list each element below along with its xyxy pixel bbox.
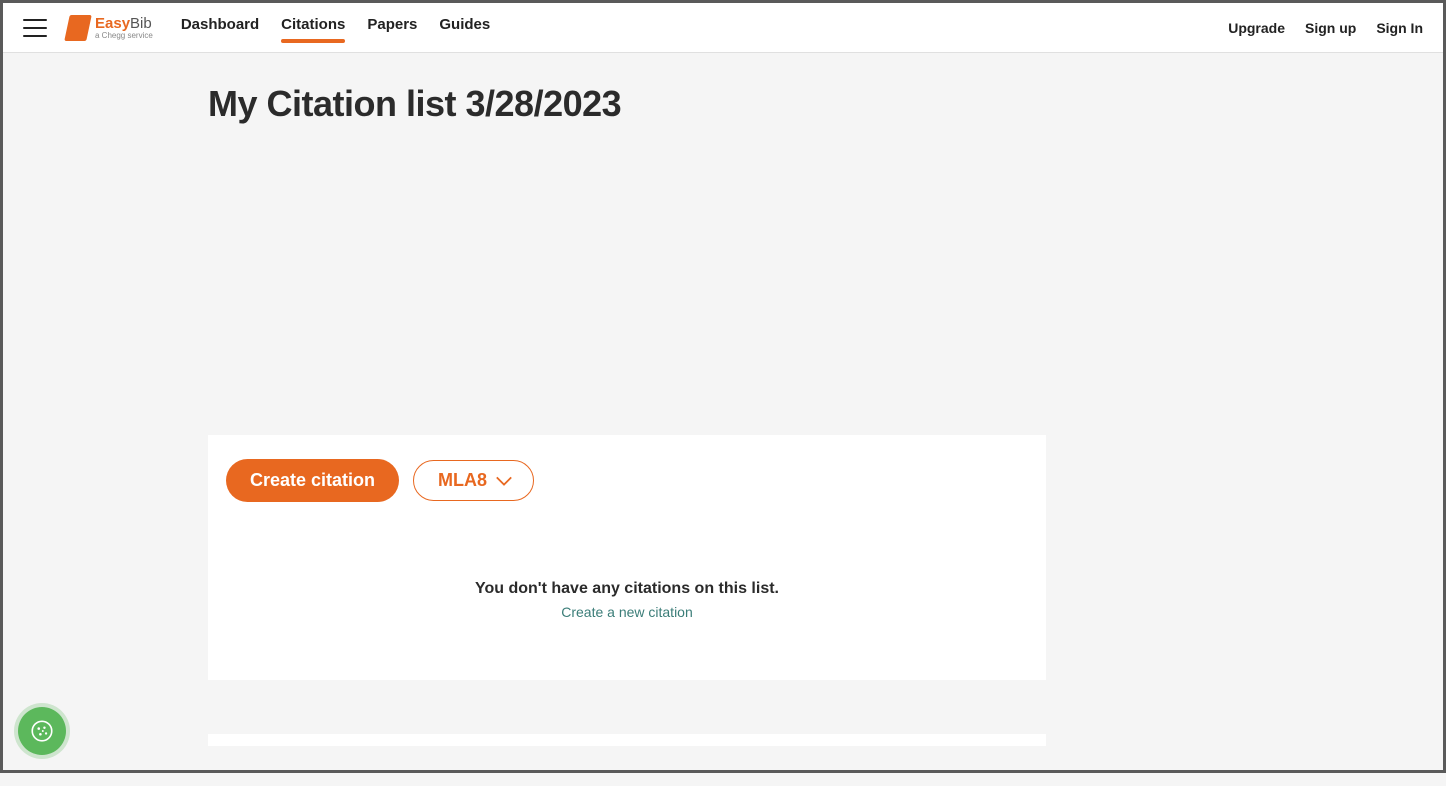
signup-link[interactable]: Sign up [1305,20,1356,36]
brand-mark-icon [64,15,92,41]
style-selector-button[interactable]: MLA8 [413,460,534,501]
nav-guides[interactable]: Guides [439,16,490,39]
upgrade-link[interactable]: Upgrade [1228,20,1285,36]
cookie-icon [29,718,55,744]
ad-placeholder [208,125,1323,435]
create-citation-button[interactable]: Create citation [226,459,399,502]
brand-suffix: Bib [130,15,152,32]
page-title: My Citation list 3/28/2023 [208,83,1323,125]
nav-dashboard[interactable]: Dashboard [181,16,259,39]
nav-citations[interactable]: Citations [281,16,345,39]
app-header: EasyBib a Chegg service Dashboard Citati… [3,3,1443,53]
chevron-down-icon [495,475,513,487]
brand-prefix: Easy [95,15,130,32]
citation-card: Create citation MLA8 You don't have any … [208,435,1046,680]
style-selector-label: MLA8 [438,470,487,491]
primary-nav: Dashboard Citations Papers Guides [181,16,490,39]
empty-state: You don't have any citations on this lis… [226,580,1028,620]
brand-logo[interactable]: EasyBib a Chegg service [67,15,153,41]
nav-papers[interactable]: Papers [367,16,417,39]
header-right: Upgrade Sign up Sign In [1228,20,1423,36]
main-content: My Citation list 3/28/2023 Create citati… [3,53,1443,786]
menu-icon[interactable] [23,19,47,37]
empty-title: You don't have any citations on this lis… [226,580,1028,598]
brand-tagline: a Chegg service [95,32,153,40]
signin-link[interactable]: Sign In [1376,20,1423,36]
create-citation-link[interactable]: Create a new citation [226,604,1028,620]
brand-text: EasyBib a Chegg service [95,16,153,40]
secondary-card [208,734,1046,746]
card-actions: Create citation MLA8 [226,459,1028,502]
cookie-settings-button[interactable] [18,707,66,755]
